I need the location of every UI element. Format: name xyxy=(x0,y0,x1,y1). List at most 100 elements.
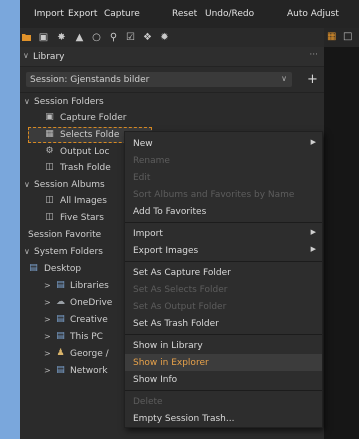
menu-item-edit: Edit xyxy=(125,169,322,186)
submenu-arrow-icon: ▶ xyxy=(310,228,316,236)
menu-item-show-in-explorer[interactable]: Show in Explorer xyxy=(125,354,322,371)
menu-item-export-images[interactable]: Export Images ▶ xyxy=(125,242,322,259)
info-tab-icon[interactable]: ❖ xyxy=(141,31,154,44)
chevron-right-icon[interactable]: > xyxy=(44,349,51,358)
tree-label: This PC xyxy=(70,332,103,342)
tree-label: All Images xyxy=(60,196,107,206)
menu-item-import[interactable]: Import ▶ xyxy=(125,225,322,242)
menu-item-new[interactable]: New ▶ xyxy=(125,135,322,152)
chevron-right-icon[interactable]: > xyxy=(44,298,51,307)
session-label: Session: Gjenstands bilder xyxy=(30,75,150,85)
tree-label: Trash Folde xyxy=(60,163,111,173)
cloud-icon: ☁ xyxy=(56,297,65,307)
tree-label: Selects Folde xyxy=(60,130,120,140)
tree-label: Session Albums xyxy=(34,180,105,190)
color-tab-icon[interactable]: ○ xyxy=(90,31,103,44)
menu-item-sort-albums: Sort Albums and Favorites by Name xyxy=(125,186,322,203)
metadata-tab-icon[interactable]: ☑ xyxy=(124,31,137,44)
gear-icon: ⚙ xyxy=(45,146,54,156)
folder-tab-icon[interactable] xyxy=(22,33,31,41)
menu-divider xyxy=(125,222,322,223)
submenu-arrow-icon: ▶ xyxy=(310,138,316,146)
menu-auto-adjust[interactable]: Auto Adjust xyxy=(287,9,339,19)
computer-icon: ▤ xyxy=(56,331,65,341)
menu-item-label: Set As Selects Folder xyxy=(133,285,228,295)
chevron-down-icon[interactable]: ∨ xyxy=(23,51,29,60)
menu-item-label: Add To Favorites xyxy=(133,207,207,217)
menu-item-delete: Delete xyxy=(125,393,322,410)
menu-item-rename: Rename xyxy=(125,152,322,169)
trash-icon: ◫ xyxy=(45,162,54,172)
tree-label: OneDrive xyxy=(70,298,113,308)
tree-session-folders[interactable]: ∨ Session Folders xyxy=(20,94,324,110)
context-menu: New ▶ Rename Edit Sort Albums and Favori… xyxy=(124,131,323,428)
add-icon[interactable]: + xyxy=(307,72,318,87)
menu-item-label: Sort Albums and Favorites by Name xyxy=(133,190,295,200)
menu-item-label: Show Info xyxy=(133,375,178,385)
desktop-icon: ▤ xyxy=(29,263,38,273)
libraries-icon: ▤ xyxy=(56,280,65,290)
user-icon: ♟ xyxy=(56,348,65,358)
menu-item-label: Import xyxy=(133,229,163,239)
chevron-down-icon[interactable]: ∨ xyxy=(24,97,30,106)
menu-item-label: Set As Trash Folder xyxy=(133,319,219,329)
menu-undo-redo[interactable]: Undo/Redo xyxy=(205,9,254,19)
chevron-down-icon[interactable]: ∨ xyxy=(24,247,30,256)
tree-label: Output Loc xyxy=(60,147,110,157)
tree-label: George / xyxy=(70,349,109,359)
tree-label: Libraries xyxy=(70,281,109,291)
divider xyxy=(20,92,324,93)
more-icon[interactable]: ··· xyxy=(309,50,318,60)
camera-tab-icon[interactable]: ▣ xyxy=(37,31,50,44)
menu-export[interactable]: Export xyxy=(68,9,97,19)
grid-icon[interactable]: ▦ xyxy=(327,31,336,42)
chevron-right-icon[interactable]: > xyxy=(44,366,51,375)
menu-item-label: Show in Explorer xyxy=(133,358,209,368)
selects-folder-icon: ▦ xyxy=(45,129,54,139)
tree-label: Session Favorite xyxy=(28,230,102,240)
tree-label: Capture Folder xyxy=(60,113,127,123)
library-title: Library xyxy=(33,52,65,62)
menu-item-label: Rename xyxy=(133,156,170,166)
chevron-down-icon[interactable]: ∨ xyxy=(24,180,30,189)
menu-item-add-to-favorites[interactable]: Add To Favorites xyxy=(125,203,322,220)
menu-import[interactable]: Import xyxy=(34,9,64,19)
menu-item-label: Empty Session Trash... xyxy=(133,414,235,424)
menu-item-label: Delete xyxy=(133,397,163,407)
chevron-right-icon[interactable]: > xyxy=(44,315,51,324)
tree-capture-folder[interactable]: ▣ Capture Folder xyxy=(20,110,324,126)
settings-tab-icon[interactable]: ✹ xyxy=(158,31,171,44)
menu-item-set-capture[interactable]: Set As Capture Folder xyxy=(125,264,322,281)
album-icon: ◫ xyxy=(45,212,54,222)
menu-divider xyxy=(125,390,322,391)
chevron-right-icon[interactable]: > xyxy=(44,332,51,341)
menu-reset[interactable]: Reset xyxy=(172,9,197,19)
exposure-tab-icon[interactable]: ▲ xyxy=(73,31,86,44)
chevron-right-icon[interactable]: > xyxy=(44,281,51,290)
session-selector[interactable]: Session: Gjenstands bilder ∨ xyxy=(26,72,292,87)
menu-item-show-in-library[interactable]: Show in Library xyxy=(125,337,322,354)
menu-bar: Import Export Capture Reset Undo/Redo Au… xyxy=(20,0,359,28)
creative-cloud-icon: ▤ xyxy=(56,314,65,324)
menu-capture[interactable]: Capture xyxy=(104,9,140,19)
viewer-toolbar: ▦ □ xyxy=(324,28,359,47)
menu-item-set-trash[interactable]: Set As Trash Folder xyxy=(125,315,322,332)
viewer-icon[interactable]: □ xyxy=(343,31,352,42)
menu-item-set-selects: Set As Selects Folder xyxy=(125,281,322,298)
tree-label: Desktop xyxy=(44,264,82,274)
lens-tab-icon[interactable]: ✸ xyxy=(55,31,68,44)
library-header[interactable]: ∨ Library ··· xyxy=(20,47,324,67)
submenu-arrow-icon: ▶ xyxy=(310,245,316,253)
menu-item-label: Set As Capture Folder xyxy=(133,268,231,278)
tree-label: Five Stars xyxy=(60,213,104,223)
menu-item-empty-trash[interactable]: Empty Session Trash... xyxy=(125,410,322,427)
menu-item-label: Set As Output Folder xyxy=(133,302,227,312)
details-tab-icon[interactable]: ⚲ xyxy=(107,31,120,44)
tool-tabs: ▣ ✸ ▲ ○ ⚲ ☑ ❖ ✹ xyxy=(20,28,324,47)
menu-item-label: Show in Library xyxy=(133,341,203,351)
menu-divider xyxy=(125,334,322,335)
tree-label: Network xyxy=(70,366,108,376)
menu-divider xyxy=(125,261,322,262)
menu-item-label: Export Images xyxy=(133,246,199,256)
menu-item-show-info[interactable]: Show Info xyxy=(125,371,322,388)
